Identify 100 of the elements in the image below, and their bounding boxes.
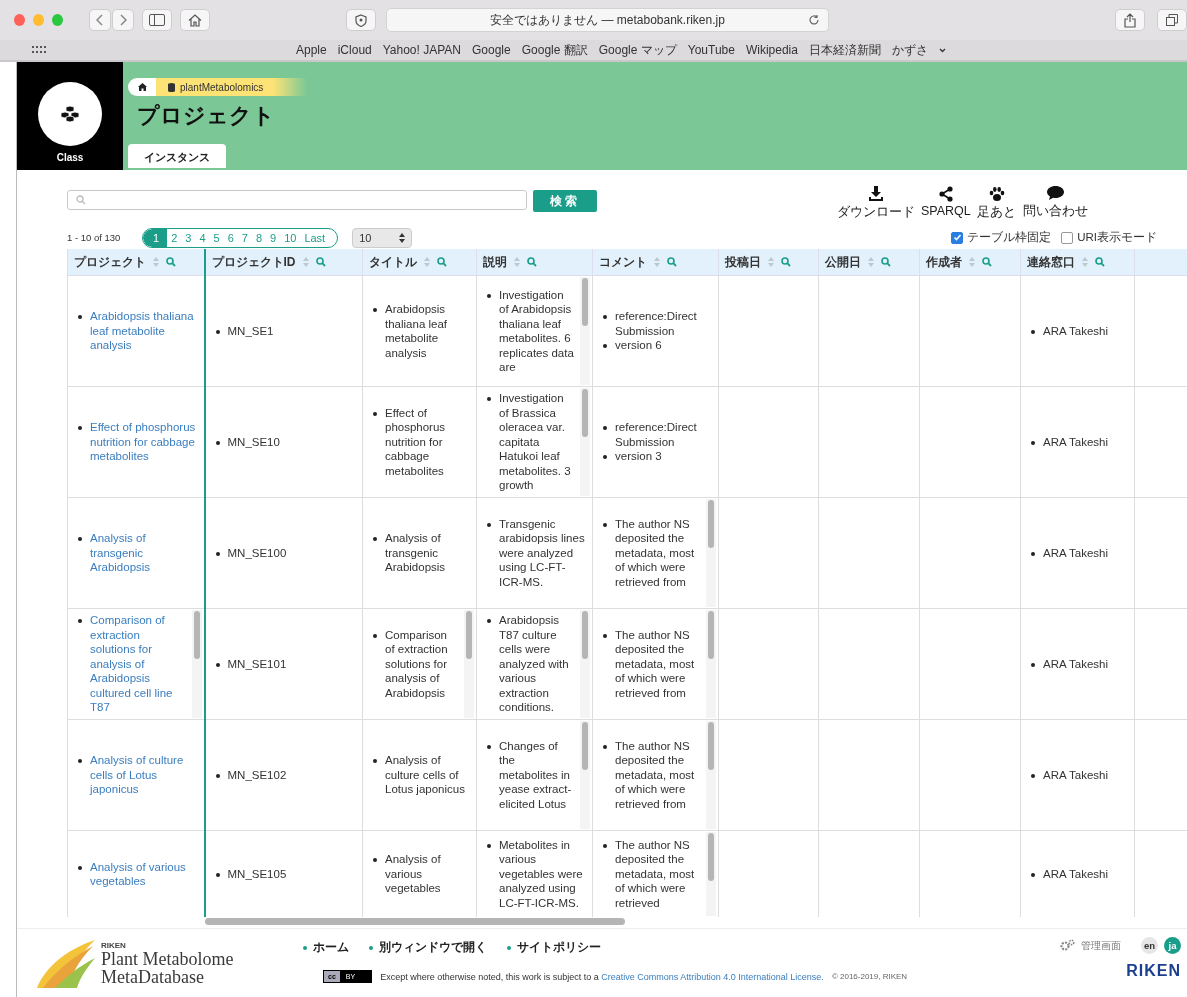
- scrollbar-thumb[interactable]: [582, 389, 588, 437]
- chevron-down-icon[interactable]: [938, 47, 946, 53]
- sidebar-button[interactable]: [142, 9, 173, 31]
- column-header[interactable]: 説明: [483, 253, 507, 271]
- bullet-icon: [487, 619, 491, 624]
- bookmark-link[interactable]: Google 翻訳: [521, 41, 588, 59]
- search-icon[interactable]: [315, 257, 326, 267]
- page-link[interactable]: 2: [167, 228, 182, 247]
- updown-icon[interactable]: [399, 232, 406, 243]
- home-button[interactable]: [180, 9, 211, 31]
- bullet-icon: [487, 293, 491, 298]
- search-field[interactable]: [67, 190, 527, 210]
- page-link[interactable]: 5: [209, 228, 224, 247]
- paw-icon[interactable]: [988, 186, 1005, 202]
- home-crumb[interactable]: [128, 78, 156, 96]
- back-button[interactable]: [89, 9, 112, 31]
- search-icon[interactable]: [781, 257, 791, 267]
- scrollbar-thumb[interactable]: [582, 611, 588, 659]
- sort-icon[interactable]: [654, 257, 660, 267]
- search-icon[interactable]: [881, 257, 891, 267]
- page-link[interactable]: 8: [251, 228, 266, 247]
- class-label: Class: [56, 152, 84, 163]
- download-icon[interactable]: [868, 186, 884, 202]
- footer-link[interactable]: サイトポリシー: [517, 939, 601, 956]
- home-icon[interactable]: [137, 83, 147, 91]
- bookmark-link[interactable]: YouTube: [687, 43, 735, 57]
- bookmark-link[interactable]: iCloud: [337, 43, 372, 57]
- sort-icon[interactable]: [868, 257, 874, 267]
- sort-icon[interactable]: [768, 257, 774, 267]
- sort-icon[interactable]: [514, 257, 520, 267]
- table-cell-text: Arabidopsis thaliana leaf metabolite analysis: [385, 302, 449, 360]
- bookmark-link[interactable]: Yahoo! JAPAN: [382, 43, 461, 57]
- chevron-left-icon[interactable]: [96, 14, 105, 26]
- page-link[interactable]: Last: [300, 228, 330, 247]
- sort-icon[interactable]: [424, 257, 430, 267]
- bookmark-link[interactable]: Wikipedia: [745, 43, 798, 57]
- reload-icon[interactable]: [808, 14, 820, 26]
- search-icon[interactable]: [166, 257, 176, 267]
- breadcrumb-link[interactable]: plantMetabolomics: [156, 78, 274, 96]
- checkbox[interactable]: [1061, 231, 1074, 244]
- bookmark-link[interactable]: Google マップ: [598, 41, 677, 59]
- page-size-select[interactable]: 10: [352, 227, 413, 248]
- scrollbar-thumb[interactable]: [582, 278, 588, 326]
- scrollbar-thumb[interactable]: [708, 611, 714, 659]
- license-link[interactable]: Creative Commons Attribution 4.0 International License.: [601, 971, 824, 982]
- bookmark-link[interactable]: かずさ: [891, 41, 928, 59]
- close-button[interactable]: [14, 14, 25, 26]
- brand-name: MetaDatabase: [101, 968, 205, 986]
- language-button[interactable]: en: [1141, 937, 1158, 954]
- forward-button[interactable]: [112, 9, 135, 31]
- home-icon[interactable]: [188, 13, 203, 27]
- sort-icon[interactable]: [1082, 257, 1088, 267]
- tabs-button[interactable]: [1157, 9, 1187, 31]
- admin-link[interactable]: 管理画面: [1081, 938, 1121, 953]
- sort-icon[interactable]: [969, 257, 975, 267]
- search-icon[interactable]: [1095, 257, 1105, 267]
- option-label[interactable]: テーブル枠固定: [967, 230, 1052, 245]
- table-cell-text: Analysis of transgenic Arabidopsis: [385, 531, 447, 575]
- bookmark-link[interactable]: Google: [472, 43, 511, 57]
- footer-link[interactable]: ホーム: [313, 939, 349, 956]
- bullet-icon: [373, 633, 377, 638]
- page-link[interactable]: 6: [223, 228, 238, 247]
- sort-icon[interactable]: [153, 257, 159, 267]
- search-icon[interactable]: [437, 257, 447, 267]
- scrollbar-thumb[interactable]: [193, 611, 200, 659]
- search-icon[interactable]: [527, 257, 537, 267]
- option-label[interactable]: URI表示モード: [1077, 230, 1157, 245]
- speech-bubble-icon[interactable]: [1046, 186, 1064, 201]
- sidebar-icon[interactable]: [149, 14, 166, 26]
- scrollbar-thumb[interactable]: [582, 722, 588, 770]
- share-icon[interactable]: [1124, 12, 1136, 28]
- scrollbar-thumb[interactable]: [708, 722, 714, 770]
- scrollbar-thumb[interactable]: [708, 833, 714, 881]
- shield-icon[interactable]: [355, 13, 368, 27]
- action-label[interactable]: SPARQL: [921, 204, 971, 218]
- action-label[interactable]: ダウンロード: [837, 204, 915, 221]
- footer-link[interactable]: 別ウィンドウで開く: [379, 939, 487, 956]
- shield-button[interactable]: [346, 9, 377, 31]
- page-link[interactable]: 7: [237, 228, 252, 247]
- brand-name: Plant Metabolome: [101, 950, 234, 968]
- grid-icon[interactable]: [32, 46, 46, 54]
- bookmark-link[interactable]: Apple: [296, 43, 327, 57]
- checkbox[interactable]: [951, 231, 964, 244]
- sort-icon[interactable]: [302, 257, 309, 267]
- action-label[interactable]: 足あと: [977, 204, 1017, 221]
- scrollbar-thumb[interactable]: [708, 500, 714, 548]
- bullet-icon: [603, 315, 607, 320]
- chevron-right-icon[interactable]: [119, 14, 128, 26]
- bookmark-link[interactable]: 日本経済新聞: [808, 41, 881, 59]
- scrollbar-thumb[interactable]: [466, 611, 472, 659]
- scrollbar-thumb[interactable]: [205, 918, 625, 925]
- tab[interactable]: インスタンス: [128, 144, 226, 168]
- page-link[interactable]: 9: [266, 228, 281, 247]
- search-icon[interactable]: [667, 257, 677, 267]
- address-field[interactable]: 安全ではありません — metabobank.riken.jp: [386, 8, 829, 32]
- share-nodes-icon[interactable]: [937, 186, 954, 202]
- action-label[interactable]: 問い合わせ: [1022, 203, 1088, 220]
- tabs-icon[interactable]: [1166, 14, 1178, 26]
- search-icon[interactable]: [982, 257, 992, 267]
- zoom-button[interactable]: [52, 14, 64, 26]
